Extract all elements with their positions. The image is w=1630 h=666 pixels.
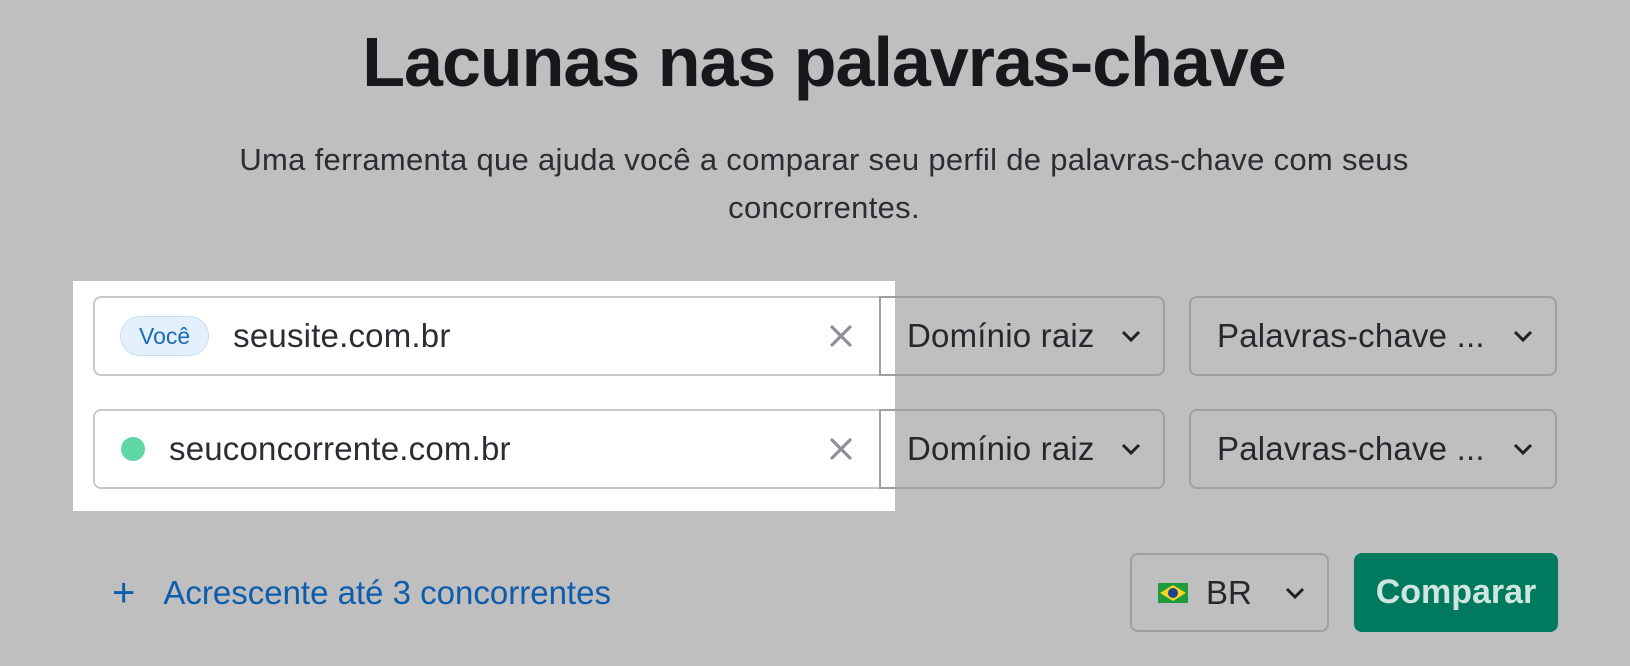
- brazil-flag-icon: [1158, 582, 1188, 603]
- your-domain-field[interactable]: Você seusite.com.br: [93, 296, 881, 376]
- page-title: Lacunas nas palavras-chave: [362, 23, 1286, 101]
- clear-icon[interactable]: [821, 429, 861, 469]
- chevron-down-icon: [1121, 442, 1141, 456]
- compare-button[interactable]: Comparar: [1354, 553, 1558, 632]
- competitor-color-dot: [121, 437, 145, 461]
- country-select[interactable]: BR: [1130, 553, 1329, 632]
- keyword-type-select-1[interactable]: Palavras-chave ...: [1189, 296, 1557, 376]
- chevron-down-icon: [1513, 329, 1533, 343]
- add-competitors-label: Acrescente até 3 concorrentes: [163, 574, 611, 611]
- plus-icon: +: [112, 571, 136, 615]
- competitor-domain-field[interactable]: seuconcorrente.com.br: [93, 409, 881, 489]
- chevron-down-icon: [1121, 329, 1141, 343]
- country-code: BR: [1206, 573, 1252, 611]
- keyword-type-value: Palavras-chave ...: [1217, 317, 1485, 354]
- add-competitors-link[interactable]: + Acrescente até 3 concorrentes: [112, 566, 611, 620]
- you-badge: Você: [120, 316, 210, 356]
- keyword-type-select-2[interactable]: Palavras-chave ...: [1189, 409, 1557, 489]
- chevron-down-icon: [1285, 586, 1305, 600]
- competitor-domain-value[interactable]: seuconcorrente.com.br: [169, 430, 511, 468]
- scope-select-1[interactable]: Domínio raiz: [879, 296, 1165, 376]
- clear-icon[interactable]: [821, 316, 861, 356]
- keyword-type-value: Palavras-chave ...: [1217, 430, 1485, 467]
- your-domain-value[interactable]: seusite.com.br: [233, 317, 450, 355]
- scope-select-value: Domínio raiz: [907, 317, 1095, 354]
- scope-select-value: Domínio raiz: [907, 430, 1095, 467]
- scope-select-2[interactable]: Domínio raiz: [879, 409, 1165, 489]
- chevron-down-icon: [1513, 442, 1533, 456]
- page-subtitle: Uma ferramenta que ajuda você a comparar…: [239, 142, 1409, 225]
